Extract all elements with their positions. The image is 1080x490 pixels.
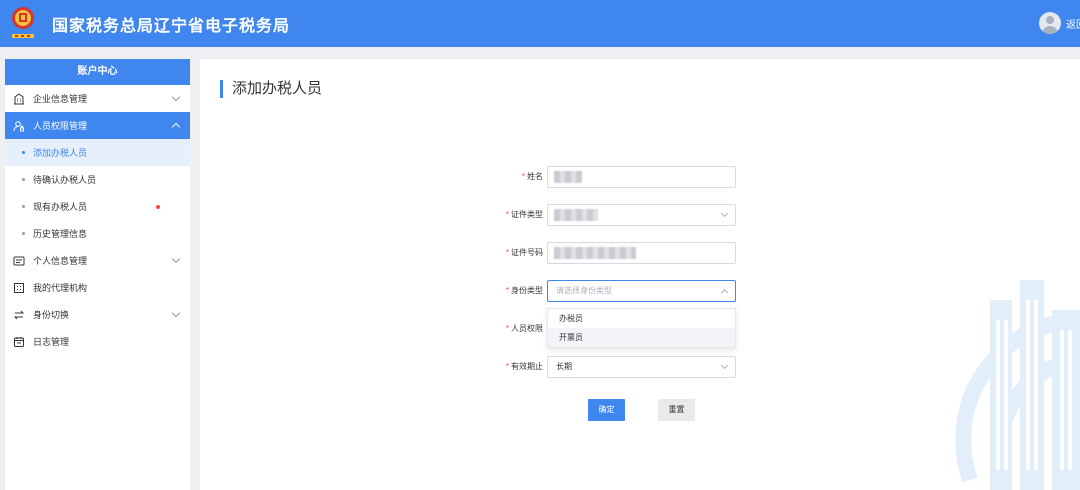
name-label: * 姓名 (521, 172, 543, 181)
identity-type-select[interactable]: 请选择身份类型 (547, 280, 736, 302)
sidebar-item-label: 我的代理机构 (33, 283, 88, 293)
form-row-expiry: * 有效期止 长期 (200, 356, 1080, 378)
redacted-value (554, 247, 636, 259)
sidebar-subitem-pending-tax-staff[interactable]: 待确认办税人员 (5, 166, 190, 193)
sidebar-subitem-history[interactable]: 历史管理信息 (5, 220, 190, 247)
chevron-down-icon (171, 308, 181, 318)
name-field[interactable] (547, 166, 736, 188)
chevron-down-icon (720, 209, 729, 218)
agency-icon (12, 281, 26, 295)
identity-type-dropdown: 办税员 开票员 (547, 308, 736, 348)
expiry-select[interactable]: 长期 (547, 356, 736, 378)
sidebar-item-label: 人员权限管理 (33, 121, 88, 131)
form-row-id-number: * 证件号码 (200, 242, 1080, 264)
bullet-icon (22, 232, 25, 235)
permission-label: * 人员权限 (505, 324, 543, 333)
log-icon (12, 335, 26, 349)
option-invoice-issuer[interactable]: 开票员 (548, 328, 735, 347)
sidebar-item-my-agency[interactable]: 我的代理机构 (5, 274, 190, 301)
redacted-value (554, 209, 598, 221)
sidebar-subitem-label: 历史管理信息 (33, 229, 88, 239)
sidebar-item-label: 日志管理 (33, 337, 70, 347)
site-title: 国家税务总局辽宁省电子税务局 (52, 18, 291, 35)
sidebar-item-enterprise-info[interactable]: 企业信息管理 (5, 85, 190, 112)
notification-dot (156, 205, 160, 209)
main-panel: 添加办税人员 * 姓名 * 证件类型 * 证件号码 * 身份类型 请选择身份类型… (200, 59, 1080, 490)
user-menu[interactable]: 返回 (1039, 12, 1080, 34)
id-number-label: * 证件号码 (505, 248, 543, 257)
expiry-value: 长期 (556, 362, 572, 371)
expiry-label: * 有效期止 (505, 362, 543, 371)
sidebar-subitem-current-tax-staff[interactable]: 现有办税人员 (5, 193, 190, 220)
switch-icon (12, 308, 26, 322)
bullet-icon (22, 178, 25, 181)
id-card-icon (12, 254, 26, 268)
bullet-icon (22, 151, 25, 154)
sidebar-subitem-label: 现有办税人员 (33, 202, 88, 212)
reset-button[interactable]: 重置 (658, 399, 695, 421)
sidebar-subitem-add-tax-staff[interactable]: 添加办税人员 (5, 139, 190, 166)
form-row-id-type: * 证件类型 (200, 204, 1080, 226)
sidebar-item-label: 个人信息管理 (33, 256, 88, 266)
sidebar-item-label: 身份切换 (33, 310, 70, 320)
sidebar-subitem-label: 待确认办税人员 (33, 175, 97, 185)
sidebar-item-label: 企业信息管理 (33, 94, 88, 104)
identity-type-label: * 身份类型 (505, 286, 543, 295)
option-tax-officer[interactable]: 办税员 (548, 309, 735, 328)
id-type-select[interactable] (547, 204, 736, 226)
sidebar: 账户中心 企业信息管理 人员权限管理 添加办税人员 待确认办税人员 现有办税人员… (5, 59, 190, 490)
avatar-icon[interactable] (1039, 12, 1061, 34)
tax-emblem-icon (12, 7, 34, 38)
bullet-icon (22, 205, 25, 208)
redacted-value (554, 171, 582, 183)
id-type-label: * 证件类型 (505, 210, 543, 219)
building-icon (12, 92, 26, 106)
form-row-name: * 姓名 (200, 166, 1080, 188)
sidebar-subitem-label: 添加办税人员 (33, 148, 88, 158)
chevron-down-icon (171, 254, 181, 264)
sidebar-item-personnel-permissions[interactable]: 人员权限管理 (5, 112, 190, 139)
sidebar-item-personal-info[interactable]: 个人信息管理 (5, 247, 190, 274)
confirm-button[interactable]: 确定 (588, 399, 625, 421)
chevron-up-icon (720, 288, 729, 297)
user-lock-icon (12, 119, 26, 133)
sidebar-item-identity-switch[interactable]: 身份切换 (5, 301, 190, 328)
identity-type-placeholder: 请选择身份类型 (556, 286, 612, 295)
id-number-field[interactable] (547, 242, 736, 264)
page-title: 添加办税人员 (220, 80, 322, 98)
building-watermark-icon (955, 280, 1080, 490)
form-row-identity-type: * 身份类型 请选择身份类型 (200, 280, 1080, 302)
top-header: 国家税务总局辽宁省电子税务局 返回 (0, 0, 1080, 47)
chevron-down-icon (171, 92, 181, 102)
chevron-down-icon (720, 361, 729, 370)
chevron-up-icon (171, 122, 181, 132)
sidebar-title: 账户中心 (5, 59, 190, 85)
sidebar-item-log-management[interactable]: 日志管理 (5, 328, 190, 355)
user-name[interactable]: 返回 (1066, 16, 1080, 31)
